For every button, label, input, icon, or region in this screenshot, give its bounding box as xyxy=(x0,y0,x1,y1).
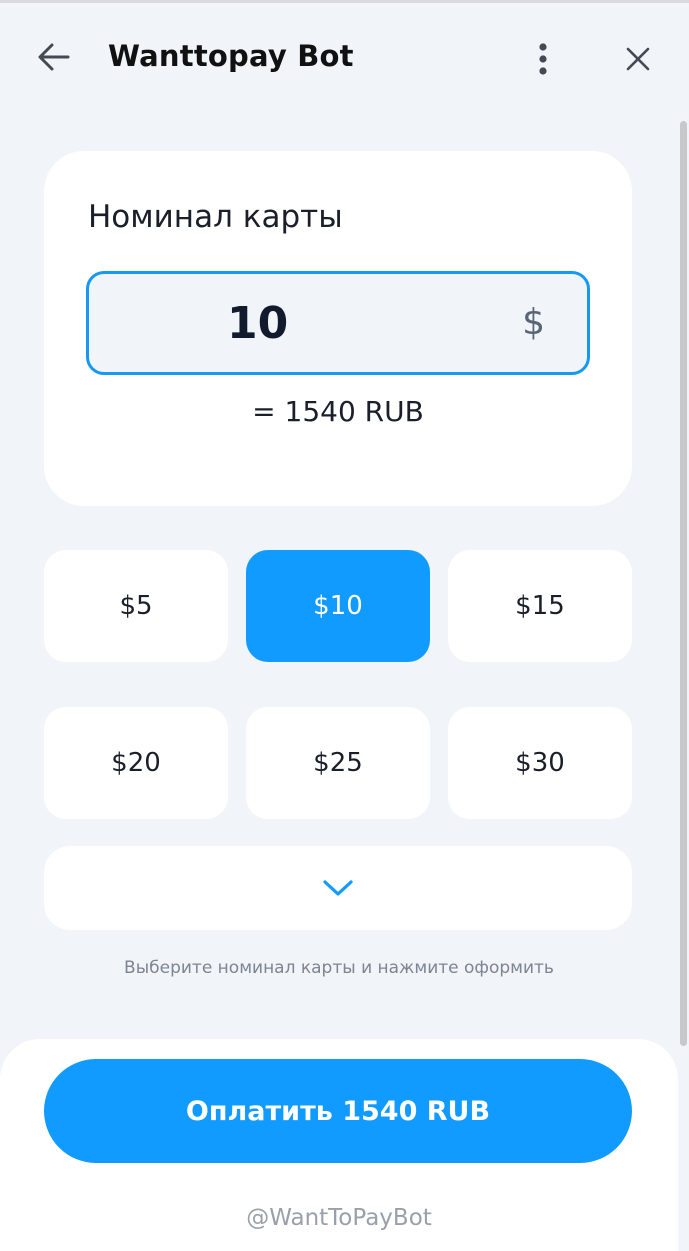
scrollbar-thumb[interactable] xyxy=(680,121,687,1046)
chevron-down-icon xyxy=(323,880,353,896)
close-icon xyxy=(626,47,650,71)
close-button[interactable] xyxy=(620,41,656,77)
amount-input[interactable] xyxy=(89,274,587,372)
footer-bot-handle: @WantToPayBot xyxy=(246,1205,432,1231)
show-more-button[interactable] xyxy=(44,846,632,930)
more-vertical-icon xyxy=(539,43,547,75)
header: Wanttopay Bot xyxy=(0,3,689,115)
page-title: Wanttopay Bot xyxy=(108,39,354,73)
preset-10-button[interactable]: $10 xyxy=(246,550,430,662)
bottom-panel: Оплатить 1540 RUB @WantToPayBot xyxy=(0,1039,678,1251)
preset-25-button[interactable]: $25 xyxy=(246,707,430,819)
amount-field[interactable]: $ xyxy=(86,271,590,375)
back-button[interactable] xyxy=(34,37,74,77)
more-options-button[interactable] xyxy=(528,39,558,79)
arrow-left-icon xyxy=(38,43,70,71)
pay-button[interactable]: Оплатить 1540 RUB xyxy=(44,1059,632,1163)
preset-5-button[interactable]: $5 xyxy=(44,550,228,662)
card-nominal-panel: Номинал карты $ = 1540 RUB xyxy=(44,151,632,506)
app-window: Wanttopay Bot Номинал карты $ = 1540 RUB… xyxy=(0,0,689,1251)
preset-30-button[interactable]: $30 xyxy=(448,707,632,819)
preset-15-button[interactable]: $15 xyxy=(448,550,632,662)
card-nominal-label: Номинал карты xyxy=(88,199,343,235)
preset-20-button[interactable]: $20 xyxy=(44,707,228,819)
conversion-text: = 1540 RUB xyxy=(252,395,424,428)
currency-symbol: $ xyxy=(522,302,545,343)
hint-text: Выберите номинал карты и нажмите оформит… xyxy=(124,958,554,978)
